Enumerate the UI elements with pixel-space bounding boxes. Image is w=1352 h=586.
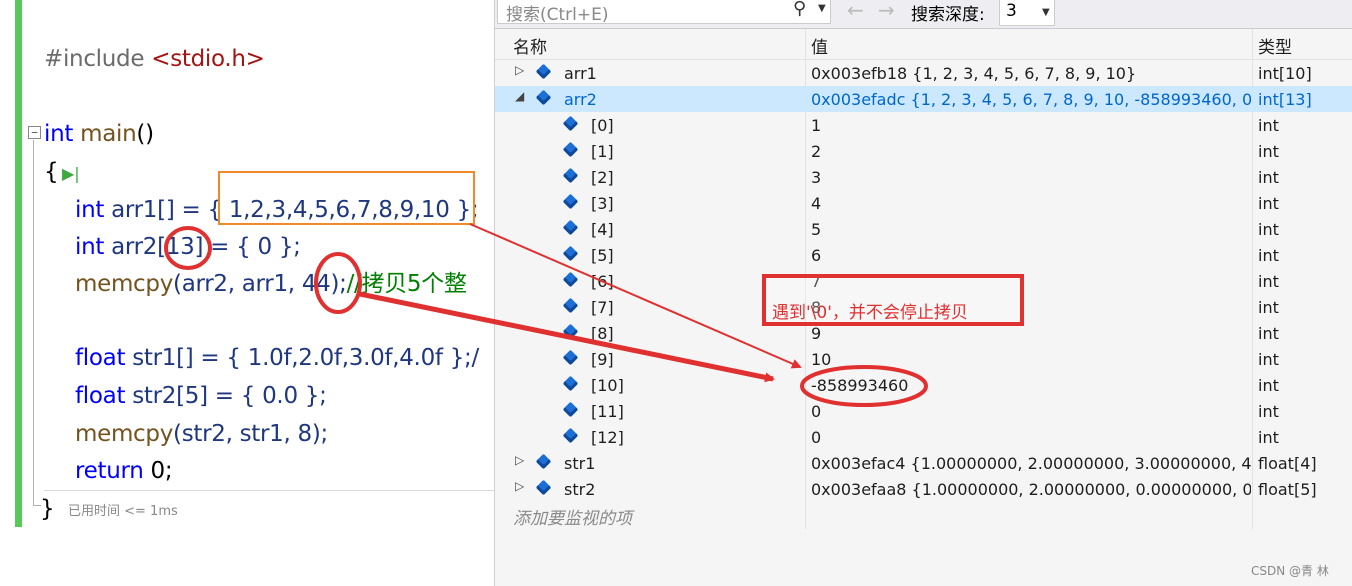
circle-garbage-value [800,365,928,407]
circle-memcpy-size [314,252,362,314]
arrow-arr1-to-value [469,223,802,369]
circle-arr2-size [164,226,212,270]
arrow-size-to-garbage [359,291,775,383]
annotation-overlay [164,223,928,407]
